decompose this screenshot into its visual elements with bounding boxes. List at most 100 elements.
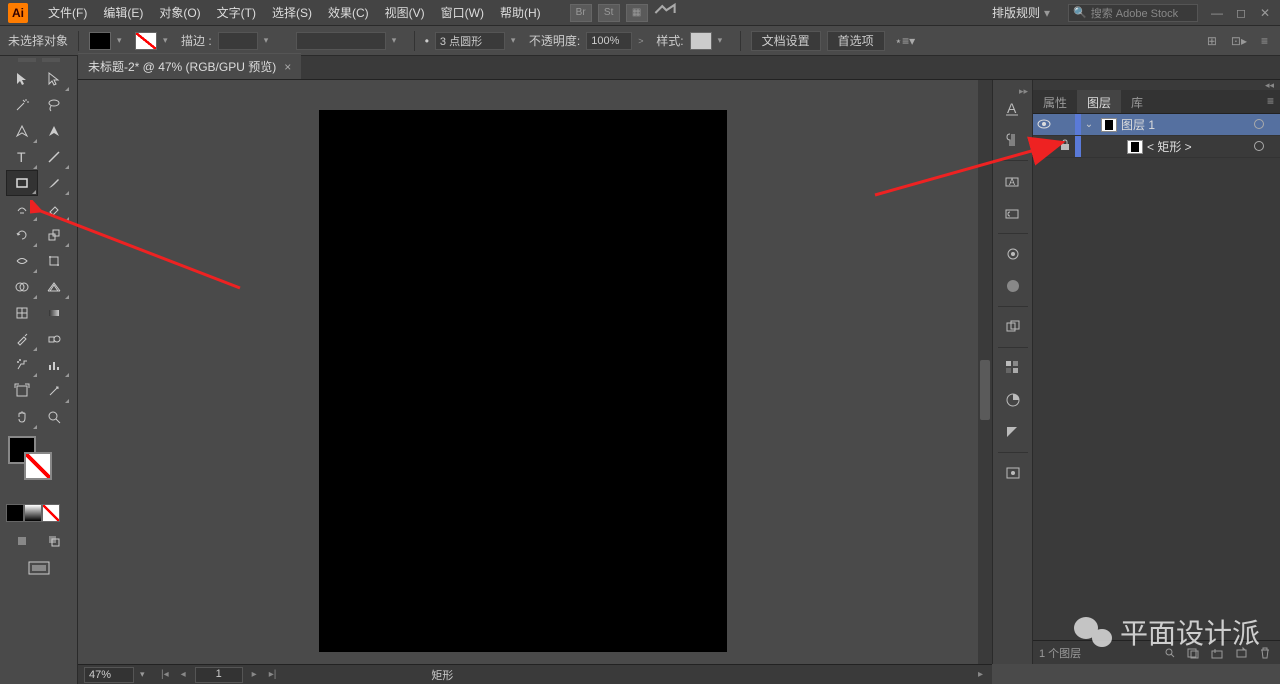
last-artboard-button[interactable]: ▸| [266, 669, 280, 680]
blend-tool[interactable] [38, 326, 70, 352]
artboard-number[interactable]: 1 [195, 667, 243, 683]
close-window-button[interactable]: ✕ [1258, 6, 1272, 20]
zoom-level[interactable]: 47% [84, 667, 134, 683]
swatches-panel-icon[interactable] [995, 352, 1031, 384]
bridge-icon[interactable]: Br [570, 4, 592, 22]
expand-toggle[interactable]: ⌄ [1081, 119, 1097, 130]
slice-tool[interactable] [38, 378, 70, 404]
color-panel-icon[interactable] [995, 384, 1031, 416]
magic-wand-tool[interactable] [6, 92, 38, 118]
layer-name[interactable]: < 矩形 > [1147, 138, 1254, 155]
hand-tool[interactable] [6, 404, 38, 430]
free-transform-tool[interactable] [38, 248, 70, 274]
menu-effect[interactable]: 效果(C) [320, 4, 377, 21]
canvas-area[interactable] [78, 80, 992, 664]
panel-grip[interactable]: ◂◂ [1033, 80, 1280, 90]
tab-libraries[interactable]: 库 [1121, 90, 1153, 113]
artboard[interactable] [319, 110, 727, 652]
layout-dropdown[interactable]: ▾ [1044, 6, 1060, 20]
scale-tool[interactable] [38, 222, 70, 248]
artboard-tool[interactable] [6, 378, 38, 404]
menu-type[interactable]: 文字(T) [209, 4, 264, 21]
screen-mode-button[interactable] [0, 554, 77, 582]
line-tool[interactable] [38, 144, 70, 170]
opt-icon-3[interactable]: ≡ [1261, 34, 1268, 48]
gradient-tool[interactable] [38, 300, 70, 326]
pen-tool[interactable] [6, 118, 38, 144]
stroke-swatch[interactable] [135, 32, 157, 50]
search-adobe-stock[interactable]: 🔍搜索 Adobe Stock [1068, 4, 1198, 22]
eyedropper-tool[interactable] [6, 326, 38, 352]
zoom-tool[interactable] [38, 404, 70, 430]
paintbrush-tool[interactable] [38, 170, 70, 196]
tools-grip[interactable] [0, 56, 77, 66]
prev-artboard-button[interactable]: ◂ [178, 669, 189, 680]
layer-row[interactable]: ⌄ 图层 1 [1033, 114, 1280, 136]
character-panel-icon[interactable]: A [995, 92, 1031, 124]
minimize-button[interactable]: — [1210, 6, 1224, 20]
document-tab[interactable]: 未标题-2* @ 47% (RGB/GPU 预览) × [78, 53, 301, 79]
doc-setup-button[interactable]: 文档设置 [751, 31, 821, 51]
appearance-panel-icon[interactable] [995, 238, 1031, 270]
maximize-button[interactable]: ◻ [1234, 6, 1248, 20]
rotate-tool[interactable] [6, 222, 38, 248]
menu-help[interactable]: 帮助(H) [492, 4, 549, 21]
target-icon[interactable] [1254, 140, 1270, 154]
vertical-scrollbar[interactable] [978, 80, 992, 664]
stock-icon[interactable]: St [598, 4, 620, 22]
char-styles-icon[interactable]: A [995, 165, 1031, 197]
visibility-toggle[interactable] [1033, 140, 1055, 154]
curvature-tool[interactable] [38, 118, 70, 144]
shape-builder-tool[interactable] [6, 274, 38, 300]
draw-behind[interactable] [38, 528, 70, 554]
stroke-weight-input[interactable] [218, 32, 258, 50]
style-swatch[interactable] [690, 32, 712, 50]
menu-view[interactable]: 视图(V) [377, 4, 433, 21]
prefs-button[interactable]: 首选项 [827, 31, 885, 51]
next-artboard-button[interactable]: ▸ [249, 669, 260, 680]
color-mode-gradient[interactable] [24, 504, 42, 522]
menu-file[interactable]: 文件(F) [40, 4, 95, 21]
menu-select[interactable]: 选择(S) [264, 4, 320, 21]
menu-object[interactable]: 对象(O) [151, 4, 208, 21]
mesh-tool[interactable] [6, 300, 38, 326]
gpu-icon[interactable] [654, 4, 676, 22]
eraser-tool[interactable] [38, 196, 70, 222]
brush-input[interactable] [435, 32, 505, 50]
tab-close-button[interactable]: × [284, 60, 291, 74]
menu-edit[interactable]: 编辑(E) [95, 4, 151, 21]
menu-window[interactable]: 窗口(W) [433, 4, 492, 21]
align-icon[interactable]: ⋆≡▾ [895, 34, 916, 48]
column-graph-tool[interactable] [38, 352, 70, 378]
layer-row[interactable]: < 矩形 > [1033, 136, 1280, 158]
perspective-grid-tool[interactable] [38, 274, 70, 300]
stroke-color[interactable] [24, 452, 52, 480]
type-tool[interactable]: T [6, 144, 38, 170]
visibility-toggle[interactable] [1033, 118, 1055, 132]
target-icon[interactable] [1254, 118, 1270, 132]
graphic-styles-icon[interactable] [995, 270, 1031, 302]
tab-layers[interactable]: 图层 [1077, 90, 1121, 113]
selection-tool[interactable] [6, 66, 38, 92]
para-styles-icon[interactable] [995, 197, 1031, 229]
opacity-input[interactable] [586, 32, 632, 50]
symbol-sprayer-tool[interactable] [6, 352, 38, 378]
panel-menu-button[interactable]: ≡ [1261, 90, 1280, 113]
arrange-docs-icon[interactable]: ▦ [626, 4, 648, 22]
profile-input[interactable] [296, 32, 386, 50]
draw-normal[interactable] [6, 528, 38, 554]
direct-selection-tool[interactable] [38, 66, 70, 92]
tab-properties[interactable]: 属性 [1033, 90, 1077, 113]
width-tool[interactable] [6, 248, 38, 274]
symbols-panel-icon[interactable] [995, 457, 1031, 489]
scrollbar-thumb[interactable] [980, 360, 990, 420]
lasso-tool[interactable] [38, 92, 70, 118]
fill-swatch[interactable] [89, 32, 111, 50]
layer-name[interactable]: 图层 1 [1121, 116, 1254, 133]
color-mode-none[interactable] [42, 504, 60, 522]
first-artboard-button[interactable]: |◂ [158, 669, 172, 680]
opt-icon-2[interactable]: ⊡▸ [1231, 34, 1247, 48]
opt-icon-1[interactable]: ⊞ [1207, 34, 1217, 48]
rectangle-tool[interactable] [6, 170, 38, 196]
paragraph-panel-icon[interactable] [995, 124, 1031, 156]
